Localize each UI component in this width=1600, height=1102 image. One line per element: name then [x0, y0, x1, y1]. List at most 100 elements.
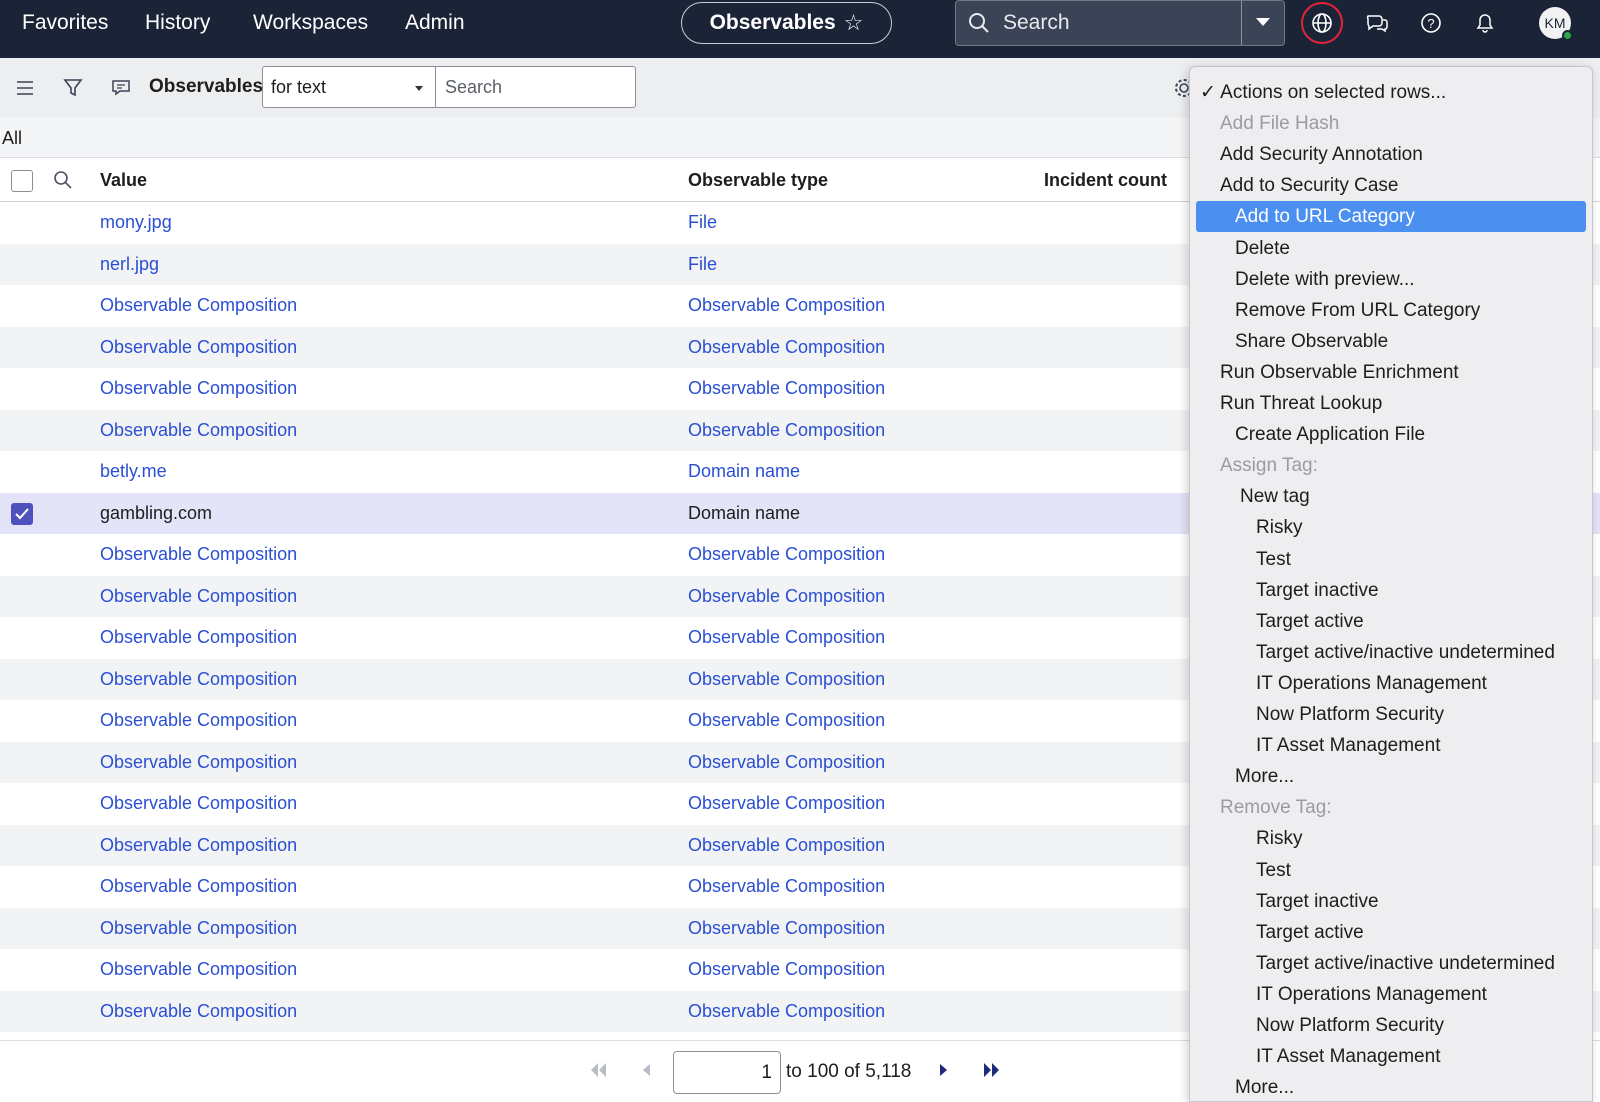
- help-icon[interactable]: ?: [1414, 6, 1448, 40]
- cell-value[interactable]: Observable Composition: [100, 710, 297, 731]
- cell-observable-type[interactable]: Observable Composition: [688, 295, 885, 316]
- nav-history[interactable]: History: [145, 10, 210, 36]
- avatar[interactable]: KM: [1539, 7, 1573, 41]
- cell-observable-type[interactable]: Observable Composition: [688, 669, 885, 690]
- chat-icon[interactable]: [1360, 6, 1394, 40]
- cell-value[interactable]: Observable Composition: [100, 378, 297, 399]
- previous-page-icon[interactable]: [640, 1061, 652, 1079]
- page-title-pill[interactable]: Observables ☆: [681, 2, 892, 44]
- cell-observable-type[interactable]: Observable Composition: [688, 752, 885, 773]
- cell-observable-type[interactable]: File: [688, 212, 717, 233]
- cell-value[interactable]: Observable Composition: [100, 959, 297, 980]
- menu-item[interactable]: Target inactive: [1256, 579, 1379, 603]
- menu-item[interactable]: IT Operations Management: [1256, 983, 1487, 1007]
- cell-value[interactable]: gambling.com: [100, 503, 212, 524]
- cell-observable-type[interactable]: Observable Composition: [688, 586, 885, 607]
- column-header-observable-type[interactable]: Observable type: [688, 170, 828, 191]
- global-search[interactable]: Search: [955, 0, 1285, 46]
- cell-observable-type[interactable]: Observable Composition: [688, 793, 885, 814]
- select-all-checkbox[interactable]: [11, 170, 33, 192]
- globe-icon[interactable]: [1305, 6, 1339, 40]
- cell-value[interactable]: Observable Composition: [100, 295, 297, 316]
- cell-value[interactable]: Observable Composition: [100, 669, 297, 690]
- cell-observable-type[interactable]: Observable Composition: [688, 876, 885, 897]
- cell-value[interactable]: mony.jpg: [100, 212, 172, 233]
- cell-value[interactable]: Observable Composition: [100, 586, 297, 607]
- menu-item[interactable]: Run Threat Lookup: [1220, 392, 1382, 416]
- cell-observable-type[interactable]: Observable Composition: [688, 627, 885, 648]
- last-page-icon[interactable]: [982, 1061, 1002, 1079]
- menu-item[interactable]: Delete: [1235, 237, 1290, 261]
- menu-item[interactable]: Risky: [1256, 827, 1302, 851]
- cell-value[interactable]: Observable Composition: [100, 420, 297, 441]
- menu-item[interactable]: Add to URL Category: [1196, 201, 1586, 233]
- cell-value[interactable]: Observable Composition: [100, 752, 297, 773]
- cell-value[interactable]: Observable Composition: [100, 544, 297, 565]
- filter-field-select[interactable]: for text: [262, 66, 436, 108]
- menu-item[interactable]: IT Asset Management: [1256, 734, 1440, 758]
- first-page-icon[interactable]: [588, 1061, 608, 1079]
- cell-observable-type[interactable]: Observable Composition: [688, 835, 885, 856]
- column-header-value[interactable]: Value: [100, 170, 147, 191]
- menu-item[interactable]: Share Observable: [1235, 330, 1388, 354]
- menu-item[interactable]: Now Platform Security: [1256, 1014, 1444, 1038]
- cell-observable-type[interactable]: Observable Composition: [688, 544, 885, 565]
- menu-item[interactable]: Run Observable Enrichment: [1220, 361, 1459, 385]
- cell-observable-type[interactable]: Observable Composition: [688, 378, 885, 399]
- cell-value[interactable]: Observable Composition: [100, 918, 297, 939]
- star-icon[interactable]: ☆: [844, 10, 864, 36]
- cell-observable-type[interactable]: Domain name: [688, 461, 800, 482]
- cell-observable-type[interactable]: Domain name: [688, 503, 800, 524]
- bell-icon[interactable]: [1468, 6, 1502, 40]
- cell-observable-type[interactable]: Observable Composition: [688, 420, 885, 441]
- cell-observable-type[interactable]: File: [688, 254, 717, 275]
- cell-observable-type[interactable]: Observable Composition: [688, 959, 885, 980]
- menu-item[interactable]: New tag: [1240, 485, 1310, 509]
- list-search-input[interactable]: [435, 66, 636, 108]
- chevron-down-icon[interactable]: [1256, 18, 1270, 26]
- menu-item[interactable]: Create Application File: [1235, 423, 1425, 447]
- cell-observable-type[interactable]: Observable Composition: [688, 1001, 885, 1022]
- nav-workspaces[interactable]: Workspaces: [253, 10, 368, 36]
- cell-value[interactable]: Observable Composition: [100, 627, 297, 648]
- menu-item[interactable]: More...: [1235, 1076, 1294, 1100]
- comment-icon[interactable]: [109, 76, 133, 100]
- nav-admin[interactable]: Admin: [405, 10, 465, 36]
- cell-value[interactable]: nerl.jpg: [100, 254, 159, 275]
- menu-item[interactable]: Test: [1256, 859, 1291, 883]
- menu-item[interactable]: Target active: [1256, 610, 1364, 634]
- menu-item[interactable]: IT Operations Management: [1256, 672, 1487, 696]
- breadcrumb-all[interactable]: All: [2, 128, 22, 149]
- menu-item[interactable]: More...: [1235, 765, 1294, 789]
- cell-observable-type[interactable]: Observable Composition: [688, 918, 885, 939]
- cell-value[interactable]: Observable Composition: [100, 337, 297, 358]
- cell-value[interactable]: Observable Composition: [100, 793, 297, 814]
- menu-item[interactable]: Delete with preview...: [1235, 268, 1415, 292]
- filter-icon[interactable]: [61, 76, 85, 100]
- column-header-incident-count[interactable]: Incident count: [1044, 170, 1167, 191]
- cell-observable-type[interactable]: Observable Composition: [688, 337, 885, 358]
- hamburger-icon[interactable]: [13, 76, 37, 100]
- menu-item[interactable]: Add Security Annotation: [1220, 143, 1423, 167]
- cell-value[interactable]: Observable Composition: [100, 876, 297, 897]
- cell-value[interactable]: Observable Composition: [100, 1001, 297, 1022]
- cell-value[interactable]: Observable Composition: [100, 835, 297, 856]
- menu-item[interactable]: Remove From URL Category: [1235, 299, 1480, 323]
- menu-item[interactable]: Target active/inactive undetermined: [1256, 641, 1555, 665]
- menu-item[interactable]: Risky: [1256, 516, 1302, 540]
- menu-item[interactable]: Target inactive: [1256, 890, 1379, 914]
- menu-item[interactable]: IT Asset Management: [1256, 1045, 1440, 1069]
- page-number-input[interactable]: 1: [673, 1051, 781, 1094]
- menu-item[interactable]: Add to Security Case: [1220, 174, 1398, 198]
- row-checkbox[interactable]: [11, 502, 33, 525]
- next-page-icon[interactable]: [938, 1061, 950, 1079]
- menu-item[interactable]: ✓ Actions on selected rows...: [1200, 81, 1446, 105]
- menu-item[interactable]: Test: [1256, 548, 1291, 572]
- menu-item[interactable]: Target active/inactive undetermined: [1256, 952, 1555, 976]
- nav-favorites[interactable]: Favorites: [22, 10, 108, 36]
- cell-observable-type[interactable]: Observable Composition: [688, 710, 885, 731]
- menu-item[interactable]: Now Platform Security: [1256, 703, 1444, 727]
- menu-item[interactable]: Target active: [1256, 921, 1364, 945]
- column-search-icon[interactable]: [53, 170, 73, 190]
- cell-value[interactable]: betly.me: [100, 461, 167, 482]
